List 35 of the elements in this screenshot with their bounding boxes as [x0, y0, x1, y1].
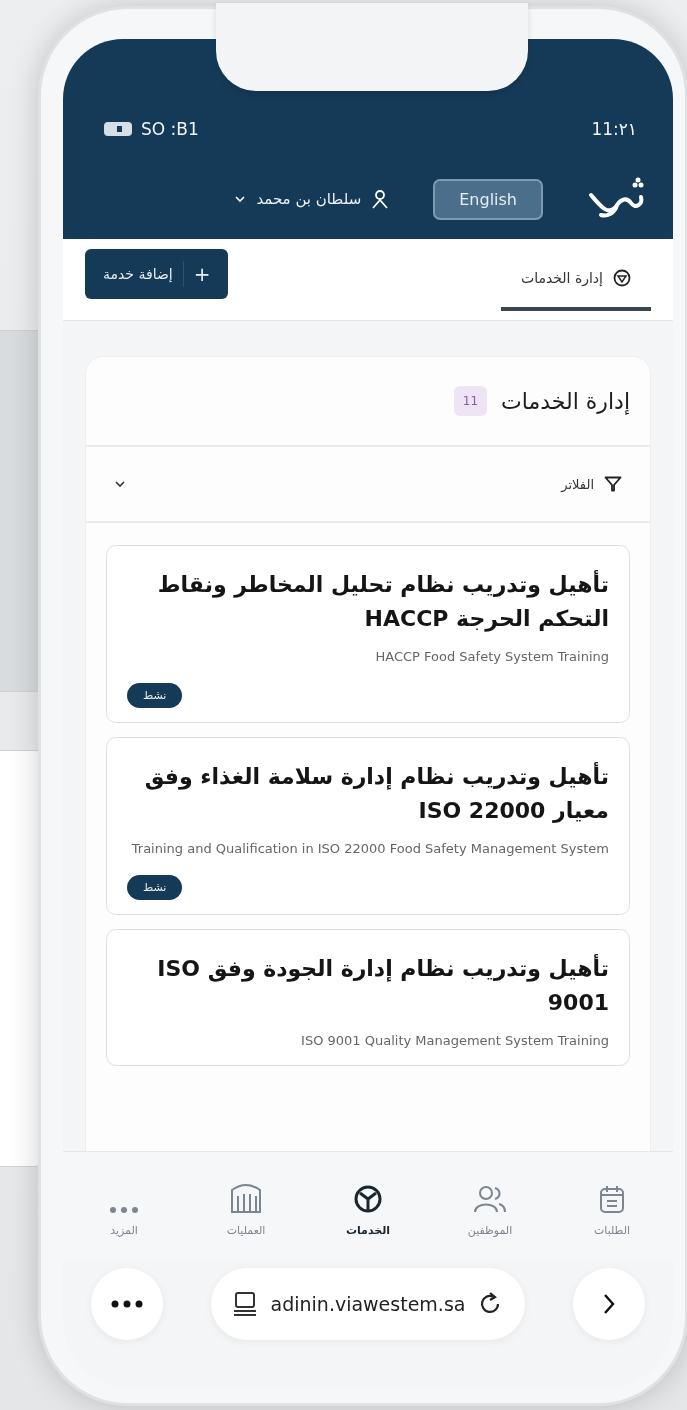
filter-bar[interactable]: الفلاتر [86, 447, 650, 523]
service-title: تأهيل وتدريب نظام إدارة الجودة وفق ISO 9001 [156, 953, 609, 1018]
nav-item[interactable]: الطلبات [562, 1175, 662, 1237]
count-badge: 11 [453, 386, 488, 416]
tab[interactable]: إدارة الخدمات [500, 249, 651, 311]
add-service-button[interactable]: + إضافة خدمة [85, 249, 229, 299]
nav-item[interactable]: العمليات [196, 1175, 296, 1237]
service-title: تأهيل وتدريب نظام إدارة سلامة الغذاء وفق معيار ISO 22000 [143, 761, 609, 826]
user-icon [371, 189, 390, 209]
nav-item[interactable]: الموظفين [440, 1175, 540, 1237]
service-subtitle: ISO 9001 Quality Management System Training [300, 1032, 609, 1051]
language-button[interactable]: English [433, 178, 543, 220]
monitor-icon [232, 1291, 257, 1317]
more-icon [111, 1300, 143, 1308]
chevron-right-icon [602, 1293, 616, 1315]
battery-icon [103, 121, 133, 137]
services-icon [353, 1184, 383, 1214]
status-badge: نشط [127, 683, 183, 709]
address-bar[interactable]: adinin.viawestem.sa [210, 1268, 526, 1340]
chevron-down-icon[interactable] [234, 195, 247, 203]
service-title: تأهيل وتدريب نظام تحليل المخاطر ونقاط التحكم الحرجة HACCP [156, 569, 609, 634]
status-badge: نشط [127, 875, 183, 901]
nav-item[interactable]: المزيد [74, 1175, 174, 1237]
status-text: SO :B1 [141, 119, 199, 139]
building-icon [229, 1182, 263, 1214]
filter-icon [604, 476, 622, 492]
service-subtitle: HACCP Food Safety System Training [374, 648, 609, 667]
status-time: 11:٢١ [591, 119, 637, 139]
section-title: إدارة الخدمات [501, 388, 630, 414]
service-subtitle: Training and Qualification in ISO 22000 Food Safety Management System [130, 840, 609, 859]
calendar-icon [598, 1184, 626, 1214]
nav-item[interactable]: الخدمات [318, 1175, 418, 1237]
people-icon [473, 1184, 507, 1214]
more-icon [109, 1206, 139, 1214]
user-name[interactable]: سلطان بن محمد [256, 190, 362, 208]
